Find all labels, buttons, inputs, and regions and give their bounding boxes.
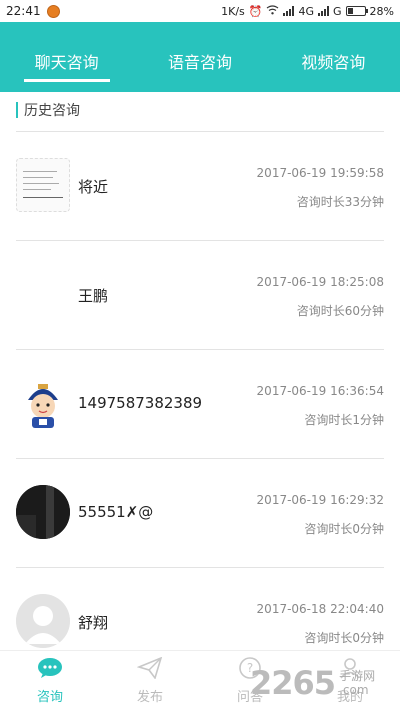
- consult-time: 2017-06-19 18:25:08: [256, 275, 384, 289]
- list-item[interactable]: 将近 2017-06-19 19:59:58 咨询时长33分钟: [16, 131, 384, 240]
- svg-text:?: ?: [247, 661, 253, 675]
- section-accent-bar: [16, 102, 18, 118]
- status-time: 22:41: [6, 4, 41, 18]
- chat-bubble-icon: [37, 657, 63, 683]
- tab-label: 聊天咨询: [34, 53, 99, 72]
- avatar: [16, 594, 70, 648]
- default-user-icon: [16, 594, 70, 648]
- section-title-text: 历史咨询: [24, 103, 80, 119]
- active-tab-indicator: [23, 79, 110, 82]
- consult-duration: 咨询时长60分钟: [296, 304, 384, 318]
- net-speed: 1K/s: [221, 4, 245, 18]
- tab-chat-consult[interactable]: 聊天咨询: [0, 22, 133, 92]
- battery-icon: [345, 6, 368, 16]
- section-title: 历史咨询: [16, 100, 80, 120]
- consult-time: 2017-06-19 16:36:54: [256, 384, 384, 398]
- network-type-1: 4G: [298, 4, 315, 18]
- question-icon: ?: [238, 657, 262, 683]
- consult-time: 2017-06-19 16:29:32: [256, 493, 384, 507]
- nav-label: 咨询: [36, 690, 63, 705]
- tab-label: 语音咨询: [167, 53, 232, 72]
- consult-duration: 咨询时长1分钟: [304, 413, 384, 427]
- bottom-nav: 咨询 发布 ? 问答 我的: [0, 650, 400, 711]
- list-item[interactable]: 1497587382389 2017-06-19 16:36:54 咨询时长1分…: [16, 349, 384, 458]
- nav-label: 发布: [136, 690, 163, 705]
- signal-icon-1: [283, 6, 295, 16]
- signal-icon-2: [318, 6, 330, 16]
- paper-plane-icon: [136, 656, 163, 683]
- consultant-name: 55551✗@: [78, 503, 154, 521]
- consult-time: 2017-06-18 22:04:40: [256, 602, 384, 616]
- list-item[interactable]: 王鹏 2017-06-19 18:25:08 咨询时长60分钟: [16, 240, 384, 349]
- nav-label: 问答: [236, 690, 263, 705]
- consult-tabs: 聊天咨询 语音咨询 视频咨询: [0, 22, 400, 92]
- nav-mine[interactable]: 我的: [300, 651, 400, 711]
- tab-label: 视频咨询: [301, 53, 366, 72]
- avatar: [16, 158, 70, 212]
- consult-duration: 咨询时长33分钟: [296, 195, 384, 209]
- tab-voice-consult[interactable]: 语音咨询: [133, 22, 266, 92]
- consult-duration: 咨询时长0分钟: [304, 522, 384, 536]
- consultant-name: 1497587382389: [78, 394, 203, 412]
- consultant-name: 舒翔: [78, 614, 109, 632]
- consultation-list: 将近 2017-06-19 19:59:58 咨询时长33分钟 王鹏 2017-…: [16, 131, 384, 676]
- battery-level: 28%: [369, 4, 394, 18]
- wifi-icon: [266, 4, 279, 18]
- person-icon: [338, 657, 362, 683]
- avatar: [16, 376, 70, 430]
- nav-qa[interactable]: ? 问答: [200, 651, 300, 711]
- consultant-name: 王鹏: [78, 287, 109, 305]
- consult-duration: 咨询时长0分钟: [304, 631, 384, 645]
- avatar: [16, 267, 70, 321]
- tab-video-consult[interactable]: 视频咨询: [267, 22, 400, 92]
- cartoon-character-icon: [16, 376, 70, 430]
- nav-label: 我的: [336, 690, 363, 705]
- nav-publish[interactable]: 发布: [100, 651, 200, 711]
- alarm-icon: ⏰: [248, 4, 263, 18]
- status-bar: 22:41 1K/s ⏰ 4G G 28%: [0, 0, 400, 22]
- avatar: [16, 485, 70, 539]
- nav-consult[interactable]: 咨询: [0, 651, 100, 711]
- list-item[interactable]: 55551✗@ 2017-06-19 16:29:32 咨询时长0分钟: [16, 458, 384, 567]
- network-type-2: G: [333, 4, 342, 18]
- consult-time: 2017-06-19 19:59:58: [256, 166, 384, 180]
- app-notification-icon: [46, 4, 60, 18]
- consultant-name: 将近: [78, 178, 109, 196]
